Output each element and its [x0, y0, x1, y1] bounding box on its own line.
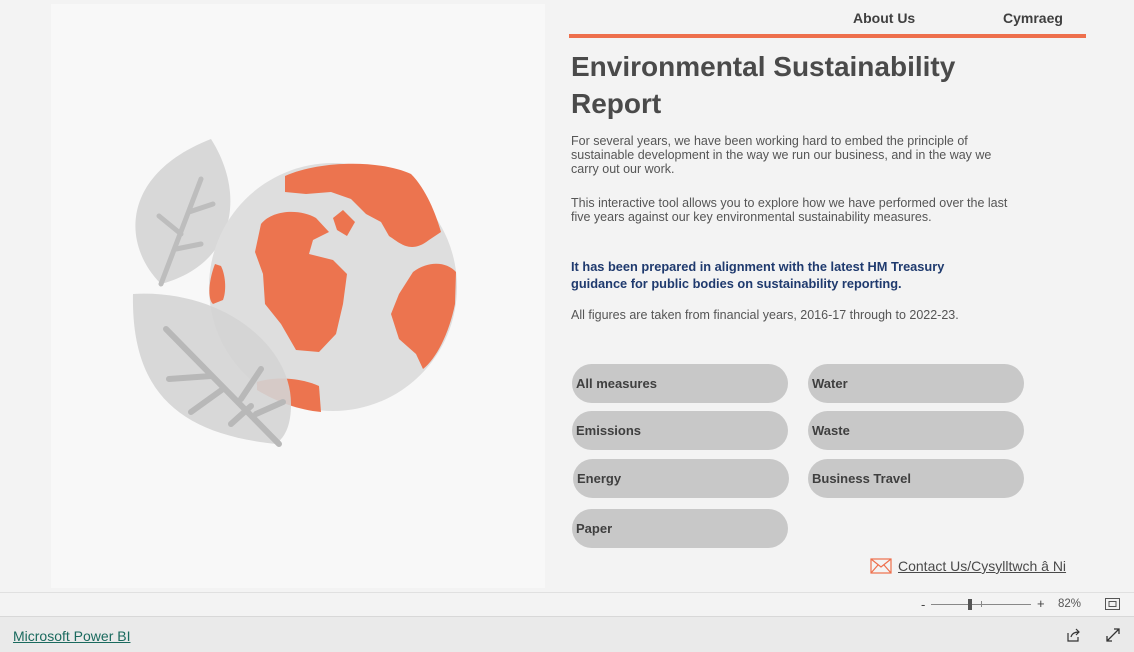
- zoom-out-button[interactable]: -: [921, 597, 925, 612]
- all-measures-button[interactable]: All measures: [572, 364, 788, 403]
- emissions-button[interactable]: Emissions: [572, 411, 788, 450]
- share-icon[interactable]: [1066, 628, 1081, 642]
- zoom-in-button[interactable]: +: [1037, 596, 1045, 611]
- zoom-status-bar: - + 82%: [0, 592, 1134, 616]
- powerbi-footer: Microsoft Power BI: [0, 616, 1134, 652]
- report-canvas: About Us Cymraeg Environmental Sustainab…: [0, 0, 1134, 592]
- zoom-slider-thumb[interactable]: [968, 599, 972, 610]
- zoom-default-tick: [981, 601, 982, 607]
- figures-text: All figures are taken from financial yea…: [571, 308, 959, 322]
- microsoft-power-bi-link[interactable]: Microsoft Power BI: [13, 628, 130, 644]
- globe-leaves-illustration: [132, 139, 457, 447]
- waste-button[interactable]: Waste: [808, 411, 1024, 450]
- tool-text: This interactive tool allows you to expl…: [571, 196, 1008, 224]
- energy-button[interactable]: Energy: [573, 459, 789, 498]
- mail-icon[interactable]: [870, 558, 892, 574]
- paper-button[interactable]: Paper: [572, 509, 788, 548]
- cymraeg-link[interactable]: Cymraeg: [1003, 10, 1063, 26]
- page-title: Environmental Sustainability Report: [571, 51, 956, 119]
- guidance-text: It has been prepared in alignment with t…: [571, 259, 945, 291]
- zoom-level: 82%: [1058, 598, 1082, 610]
- fullscreen-icon[interactable]: [1106, 628, 1120, 642]
- header-divider: [569, 34, 1086, 38]
- business-travel-button[interactable]: Business Travel: [808, 459, 1024, 498]
- fit-to-page-icon[interactable]: [1105, 598, 1120, 610]
- intro-text: For several years, we have been working …: [571, 134, 992, 176]
- about-us-link[interactable]: About Us: [853, 10, 915, 26]
- illustration-panel: [51, 4, 545, 588]
- contact-link-group[interactable]: Contact Us/Cysylltwch â Ni: [870, 556, 1066, 576]
- water-button[interactable]: Water: [808, 364, 1024, 403]
- contact-us-link[interactable]: Contact Us/Cysylltwch â Ni: [898, 558, 1066, 574]
